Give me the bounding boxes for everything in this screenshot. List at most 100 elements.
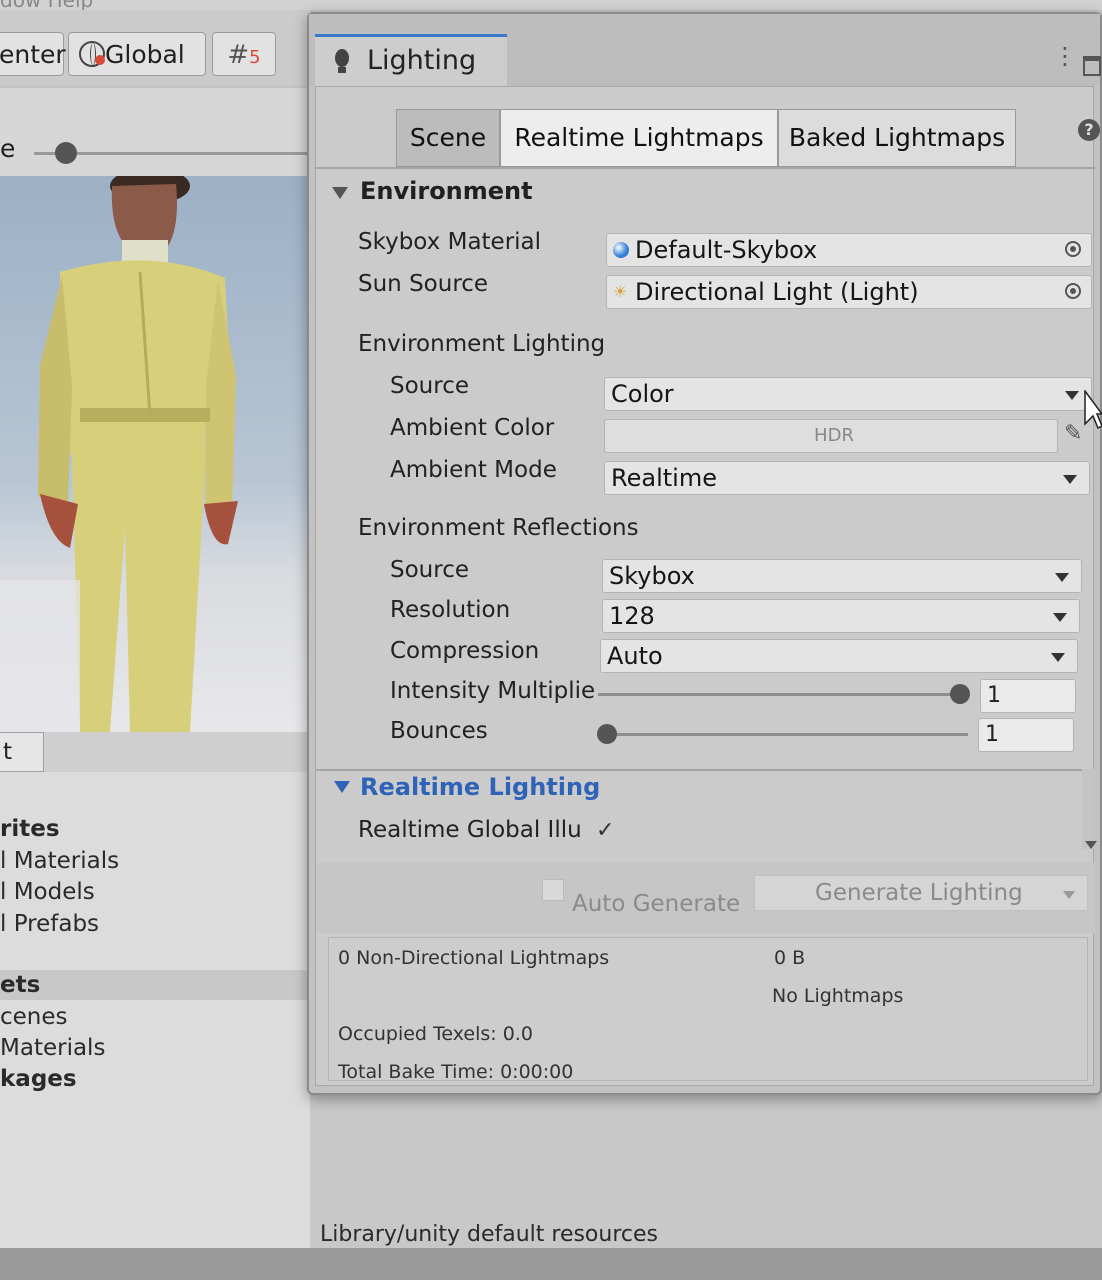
help-icon[interactable]: ? [1078,119,1100,141]
more-options-icon[interactable]: ⋮ [1053,44,1077,68]
realtime-lighting-title[interactable]: Realtime Lighting [360,773,600,801]
environment-reflections-title: Environment Reflections [358,515,639,541]
object-picker-icon[interactable] [1065,241,1081,257]
lighting-title: Lighting [367,45,477,76]
compression-value: Auto [607,642,663,670]
resolution-value: 128 [609,602,655,630]
lighting-body: Scene Realtime Lightmaps Baked Lightmaps… [315,86,1100,1086]
project-item-assets[interactable]: ets [0,972,40,998]
lightmaps-stat: 0 Non-Directional Lightmaps [338,947,610,969]
project-panel: rites l Materials l Models l Prefabs ets… [0,772,310,1280]
env-source-label: Source [390,373,469,399]
compression-label: Compression [390,638,540,664]
light-icon: ☀ [613,282,628,301]
refl-source-dropdown[interactable]: Skybox [602,559,1082,593]
env-source-value: Color [611,380,674,408]
no-lightmaps-text: No Lightmaps [772,985,904,1007]
section-divider [316,769,1082,771]
global-button[interactable]: Global [68,32,206,76]
environment-lighting-title: Environment Lighting [358,331,606,357]
object-picker-icon[interactable] [1065,283,1081,299]
scene-slider-knob[interactable] [55,142,77,164]
ambient-mode-value: Realtime [611,464,717,492]
compression-dropdown[interactable]: Auto [600,639,1078,673]
ambient-color-hdr: HDR [814,425,854,446]
bounces-value-field[interactable]: 1 [978,718,1074,752]
grid-snap-button[interactable]: #5 [212,32,276,76]
refl-source-value: Skybox [609,562,695,590]
global-label: Global [105,40,185,69]
intensity-value-field[interactable]: 1 [980,679,1076,713]
intensity-slider-knob[interactable] [950,684,970,704]
pivot-center-label: enter [0,40,66,69]
scrollbar-track[interactable] [1082,769,1094,849]
project-item-models[interactable]: l Models [0,879,95,905]
dropdown-arrow-icon [1063,891,1075,899]
environment-foldout-icon[interactable] [332,187,348,199]
bounces-slider-knob[interactable] [597,724,617,744]
dropdown-arrow-icon [1065,391,1079,400]
lighting-window: Lighting ⋮ Scene Realtime Lightmaps Bake… [307,12,1102,1095]
intensity-value: 1 [987,683,1001,708]
lighting-tab[interactable]: Lighting [315,34,507,86]
project-tab-bar: t [0,732,310,772]
project-item-prefabs[interactable]: l Prefabs [0,911,99,937]
lightmaps-size-stat: 0 B [774,947,806,969]
ambient-color-field[interactable]: HDR [604,419,1058,453]
bounces-value: 1 [985,722,999,747]
realtime-gi-label: Realtime Global Illu [358,817,582,843]
tab-baked-lightmaps-label: Baked Lightmaps [788,123,1006,152]
lightbulb-icon [335,49,349,67]
dropdown-arrow-icon [1063,475,1077,484]
environment-title[interactable]: Environment [360,177,533,205]
env-source-dropdown[interactable]: Color [604,377,1092,411]
mouse-cursor-icon [1084,390,1102,430]
eyedropper-icon[interactable]: ✎ [1064,421,1082,446]
tab-scene[interactable]: Scene [396,109,500,167]
occupied-texels-stat: Occupied Texels: 0.0 [338,1023,533,1045]
realtime-foldout-icon[interactable] [334,781,350,793]
project-item-assets-materials[interactable]: Materials [0,1035,105,1061]
tab-realtime-lightmaps-label: Realtime Lightmaps [514,123,764,152]
ambient-color-label: Ambient Color [390,415,555,441]
help-label: ? [1084,120,1094,139]
tab-baked-lightmaps[interactable]: Baked Lightmaps [778,109,1016,167]
bottom-bezel [0,1248,1102,1280]
resolution-label: Resolution [390,597,511,623]
realtime-gi-checkbox[interactable]: ✓ [596,819,620,843]
generate-lighting-button[interactable]: Generate Lighting [754,875,1088,911]
skybox-material-field[interactable]: Default-Skybox [606,233,1092,267]
intensity-slider-track[interactable] [598,693,960,696]
project-item-scenes[interactable]: cenes [0,1004,68,1030]
material-sphere-icon [613,242,629,258]
globe-icon [79,41,105,67]
project-tab[interactable]: t [0,732,44,772]
sun-source-value: Directional Light (Light) [635,278,919,306]
dropdown-arrow-icon [1053,613,1067,622]
scroll-down-arrow-icon[interactable] [1085,841,1097,849]
refl-source-label: Source [390,557,469,583]
sun-source-label: Sun Source [358,271,489,297]
resolution-dropdown[interactable]: 128 [602,599,1080,633]
auto-generate-checkbox[interactable] [542,879,564,901]
maximize-icon[interactable] [1083,56,1101,76]
status-path: Library/unity default resources [320,1222,658,1247]
bounces-slider-track[interactable] [606,733,968,736]
project-item-materials[interactable]: l Materials [0,848,119,874]
project-item-favorites[interactable]: rites [0,816,60,842]
lighting-titlebar: Lighting ⋮ [309,14,1101,86]
scene-header: e [0,88,310,176]
sun-source-field[interactable]: ☀ Directional Light (Light) [606,275,1092,309]
ambient-mode-dropdown[interactable]: Realtime [604,461,1090,495]
menu-bar [0,0,1102,10]
pivot-center-button[interactable]: enter [0,32,66,76]
dropdown-arrow-icon [1055,573,1069,582]
skybox-material-value: Default-Skybox [635,236,818,264]
checkmark-icon: ✓ [596,818,615,843]
tab-realtime-lightmaps[interactable]: Realtime Lightmaps [500,109,778,167]
project-tab-label: t [3,739,13,765]
intensity-multiplier-label: Intensity Multiplie [390,678,596,704]
dropdown-arrow-icon [1051,653,1065,662]
scene-view[interactable] [0,176,310,732]
project-item-packages[interactable]: kages [0,1066,77,1092]
